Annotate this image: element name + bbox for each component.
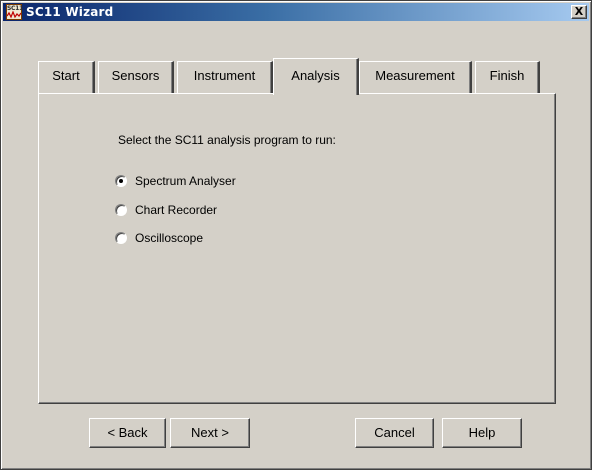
- tab-label: Start: [52, 68, 80, 83]
- tab-label: Instrument: [193, 68, 256, 83]
- tab-finish[interactable]: Finish: [475, 61, 540, 93]
- close-icon: X: [574, 5, 584, 18]
- tab-label: Analysis: [291, 68, 340, 83]
- radio-dot: [119, 179, 123, 183]
- tab-instrument[interactable]: Instrument: [177, 61, 273, 93]
- tab-label: Measurement: [375, 68, 455, 83]
- title-bar[interactable]: SC11 SC11 Wizard X: [3, 3, 589, 21]
- help-button[interactable]: Help: [442, 418, 522, 448]
- tab-sensors[interactable]: Sensors: [98, 61, 174, 93]
- radio-label: Chart Recorder: [135, 203, 218, 217]
- radio-button-selected[interactable]: [115, 175, 127, 187]
- next-button[interactable]: Next >: [170, 418, 250, 448]
- tab-label: Finish: [489, 68, 525, 83]
- sc11-app-icon: SC11: [6, 4, 23, 20]
- analysis-prompt: Select the SC11 analysis program to run:: [118, 133, 336, 147]
- window-title: SC11 Wizard: [26, 5, 114, 19]
- tab-start[interactable]: Start: [38, 61, 95, 93]
- tab-analysis[interactable]: Analysis: [273, 58, 359, 95]
- tab-label: Sensors: [111, 68, 160, 83]
- cancel-button[interactable]: Cancel: [355, 418, 434, 448]
- close-button[interactable]: X: [571, 5, 587, 19]
- waveform-icon: [7, 11, 21, 19]
- wizard-window: SC11 SC11 Wizard X Start Sensors Instrum…: [0, 0, 592, 470]
- back-button[interactable]: < Back: [89, 418, 166, 448]
- radio-label: Oscilloscope: [135, 231, 204, 245]
- tab-measurement[interactable]: Measurement: [359, 61, 472, 93]
- radio-button[interactable]: [115, 204, 127, 216]
- radio-button[interactable]: [115, 232, 127, 244]
- radio-label: Spectrum Analyser: [135, 174, 236, 188]
